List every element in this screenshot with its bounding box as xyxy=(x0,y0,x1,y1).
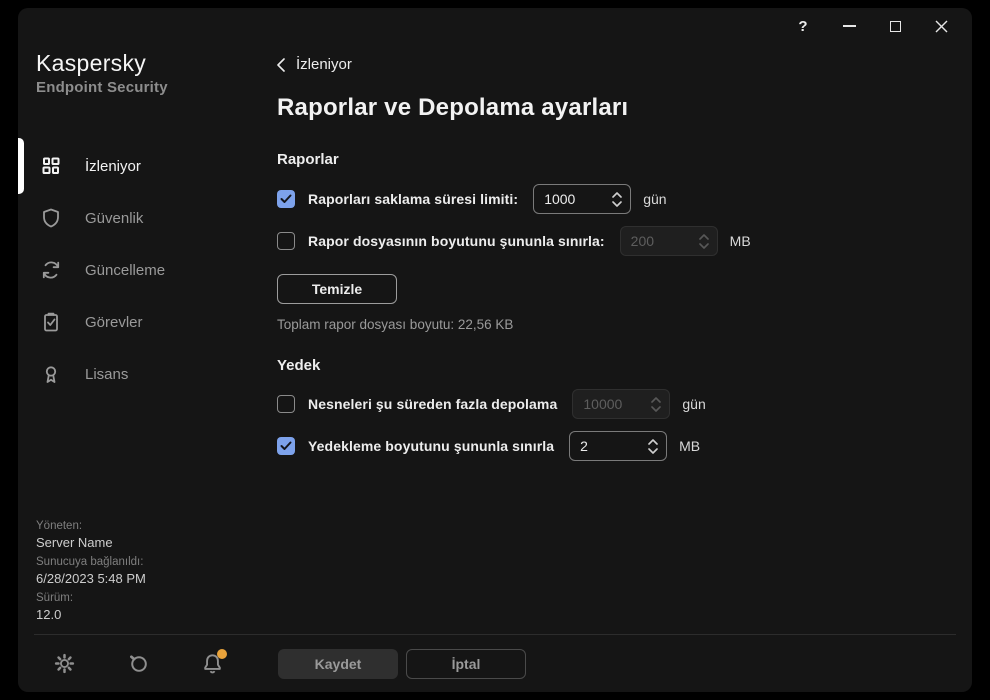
app-logo: Kaspersky Endpoint Security xyxy=(18,44,258,96)
notification-badge xyxy=(217,649,227,659)
footer: Kaydet İptal xyxy=(34,634,956,692)
spinner-up-icon[interactable] xyxy=(648,439,658,445)
license-icon xyxy=(40,363,62,385)
report-storage-limit-input[interactable] xyxy=(534,191,590,207)
backup-size-row: Yedekleme boyutunu şununla sınırla MB xyxy=(277,431,942,461)
dashboard-icon xyxy=(40,155,62,177)
sidebar-item-guncelleme[interactable]: Güncelleme xyxy=(18,244,258,296)
page-title: Raporlar ve Depolama ayarları xyxy=(277,94,942,122)
active-indicator xyxy=(18,138,24,194)
total-report-size: Toplam rapor dosyası boyutu: 22,56 KB xyxy=(277,317,942,332)
backup-duration-checkbox[interactable] xyxy=(277,395,295,413)
server-info: Yöneten: Server Name Sunucuya bağlanıldı… xyxy=(18,514,258,634)
footer-buttons: Kaydet İptal xyxy=(258,649,526,679)
maximize-icon xyxy=(890,21,901,32)
minimize-button[interactable] xyxy=(826,10,872,42)
sidebar-item-gorevler[interactable]: Görevler xyxy=(18,296,258,348)
report-storage-limit-checkbox[interactable] xyxy=(277,190,295,208)
backup-size-checkbox[interactable] xyxy=(277,437,295,455)
support-icon xyxy=(127,652,150,675)
sidebar-item-label: Lisans xyxy=(85,366,128,383)
spinner-down-icon[interactable] xyxy=(648,448,658,454)
spinner-up-icon[interactable] xyxy=(651,397,661,403)
backup-duration-row: Nesneleri şu süreden fazla depolama gün xyxy=(277,389,942,419)
report-storage-limit-spinner xyxy=(533,184,631,214)
tasks-icon xyxy=(40,311,62,333)
titlebar: ? xyxy=(18,8,972,44)
sidebar-item-label: İzleniyor xyxy=(85,158,141,175)
spinner-down-icon[interactable] xyxy=(699,243,709,249)
report-storage-limit-row: Raporları saklama süresi limiti: gün xyxy=(277,184,942,214)
breadcrumb-label: İzleniyor xyxy=(296,56,352,73)
backup-duration-label: Nesneleri şu süreden fazla depolama xyxy=(308,396,557,412)
breadcrumb-back[interactable]: İzleniyor xyxy=(277,56,942,73)
sidebar-item-lisans[interactable]: Lisans xyxy=(18,348,258,400)
report-file-size-checkbox[interactable] xyxy=(277,232,295,250)
backup-size-unit: MB xyxy=(679,438,700,454)
report-file-size-row: Rapor dosyasının boyutunu şununla sınırl… xyxy=(277,226,942,256)
backup-duration-spinner xyxy=(572,389,670,419)
minimize-icon xyxy=(843,25,856,27)
shield-icon xyxy=(40,207,62,229)
sidebar: Kaspersky Endpoint Security İzleniyor xyxy=(18,44,258,634)
sidebar-item-izleniyor[interactable]: İzleniyor xyxy=(18,140,258,192)
report-storage-limit-unit: gün xyxy=(643,191,666,207)
report-file-size-spinner xyxy=(620,226,718,256)
report-storage-limit-label: Raporları saklama süresi limiti: xyxy=(308,191,518,207)
managed-by-value: Server Name xyxy=(36,535,258,550)
version-value: 12.0 xyxy=(36,607,258,622)
backup-size-input[interactable] xyxy=(570,438,626,454)
settings-icon xyxy=(53,652,76,675)
close-icon xyxy=(935,20,948,33)
settings-button[interactable] xyxy=(53,652,76,675)
spinner-down-icon[interactable] xyxy=(651,406,661,412)
connected-value: 6/28/2023 5:48 PM xyxy=(36,571,258,586)
sidebar-item-label: Güvenlik xyxy=(85,210,143,227)
spinner-down-icon[interactable] xyxy=(612,201,622,207)
help-icon: ? xyxy=(798,18,807,35)
cancel-button[interactable]: İptal xyxy=(406,649,526,679)
report-file-size-unit: MB xyxy=(730,233,751,249)
backup-duration-unit: gün xyxy=(682,396,705,412)
spinner-up-icon[interactable] xyxy=(612,192,622,198)
sidebar-item-label: Görevler xyxy=(85,314,143,331)
checkmark-icon xyxy=(280,441,292,451)
back-chevron-icon xyxy=(277,58,285,72)
sidebar-item-label: Güncelleme xyxy=(85,262,165,279)
backup-size-spinner xyxy=(569,431,667,461)
maximize-button[interactable] xyxy=(872,10,918,42)
notifications-button[interactable] xyxy=(201,652,224,675)
footer-icons xyxy=(34,652,258,675)
connected-label: Sunucuya bağlanıldı: xyxy=(36,556,258,568)
backup-size-label: Yedekleme boyutunu şununla sınırla xyxy=(308,438,554,454)
version-label: Sürüm: xyxy=(36,592,258,604)
save-button[interactable]: Kaydet xyxy=(278,649,398,679)
brand-name: Kaspersky xyxy=(36,50,258,77)
reports-section-title: Raporlar xyxy=(277,151,942,168)
sidebar-item-guvenlik[interactable]: Güvenlik xyxy=(18,192,258,244)
backup-duration-input[interactable] xyxy=(573,396,629,412)
backup-section-title: Yedek xyxy=(277,357,942,374)
spinner-up-icon[interactable] xyxy=(699,234,709,240)
close-button[interactable] xyxy=(918,10,964,42)
sidebar-nav: İzleniyor Güvenlik Güncelleme xyxy=(18,140,258,400)
checkmark-icon xyxy=(280,194,292,204)
refresh-icon xyxy=(40,259,62,281)
help-button[interactable]: ? xyxy=(780,10,826,42)
app-window: ? Kaspersky Endpoint Security xyxy=(18,8,972,692)
clear-button[interactable]: Temizle xyxy=(277,274,397,304)
report-file-size-label: Rapor dosyasının boyutunu şununla sınırl… xyxy=(308,233,605,249)
product-name: Endpoint Security xyxy=(36,79,258,96)
report-file-size-input[interactable] xyxy=(621,233,677,249)
support-button[interactable] xyxy=(127,652,150,675)
main-content: İzleniyor Raporlar ve Depolama ayarları … xyxy=(258,44,972,634)
managed-by-label: Yöneten: xyxy=(36,520,258,532)
